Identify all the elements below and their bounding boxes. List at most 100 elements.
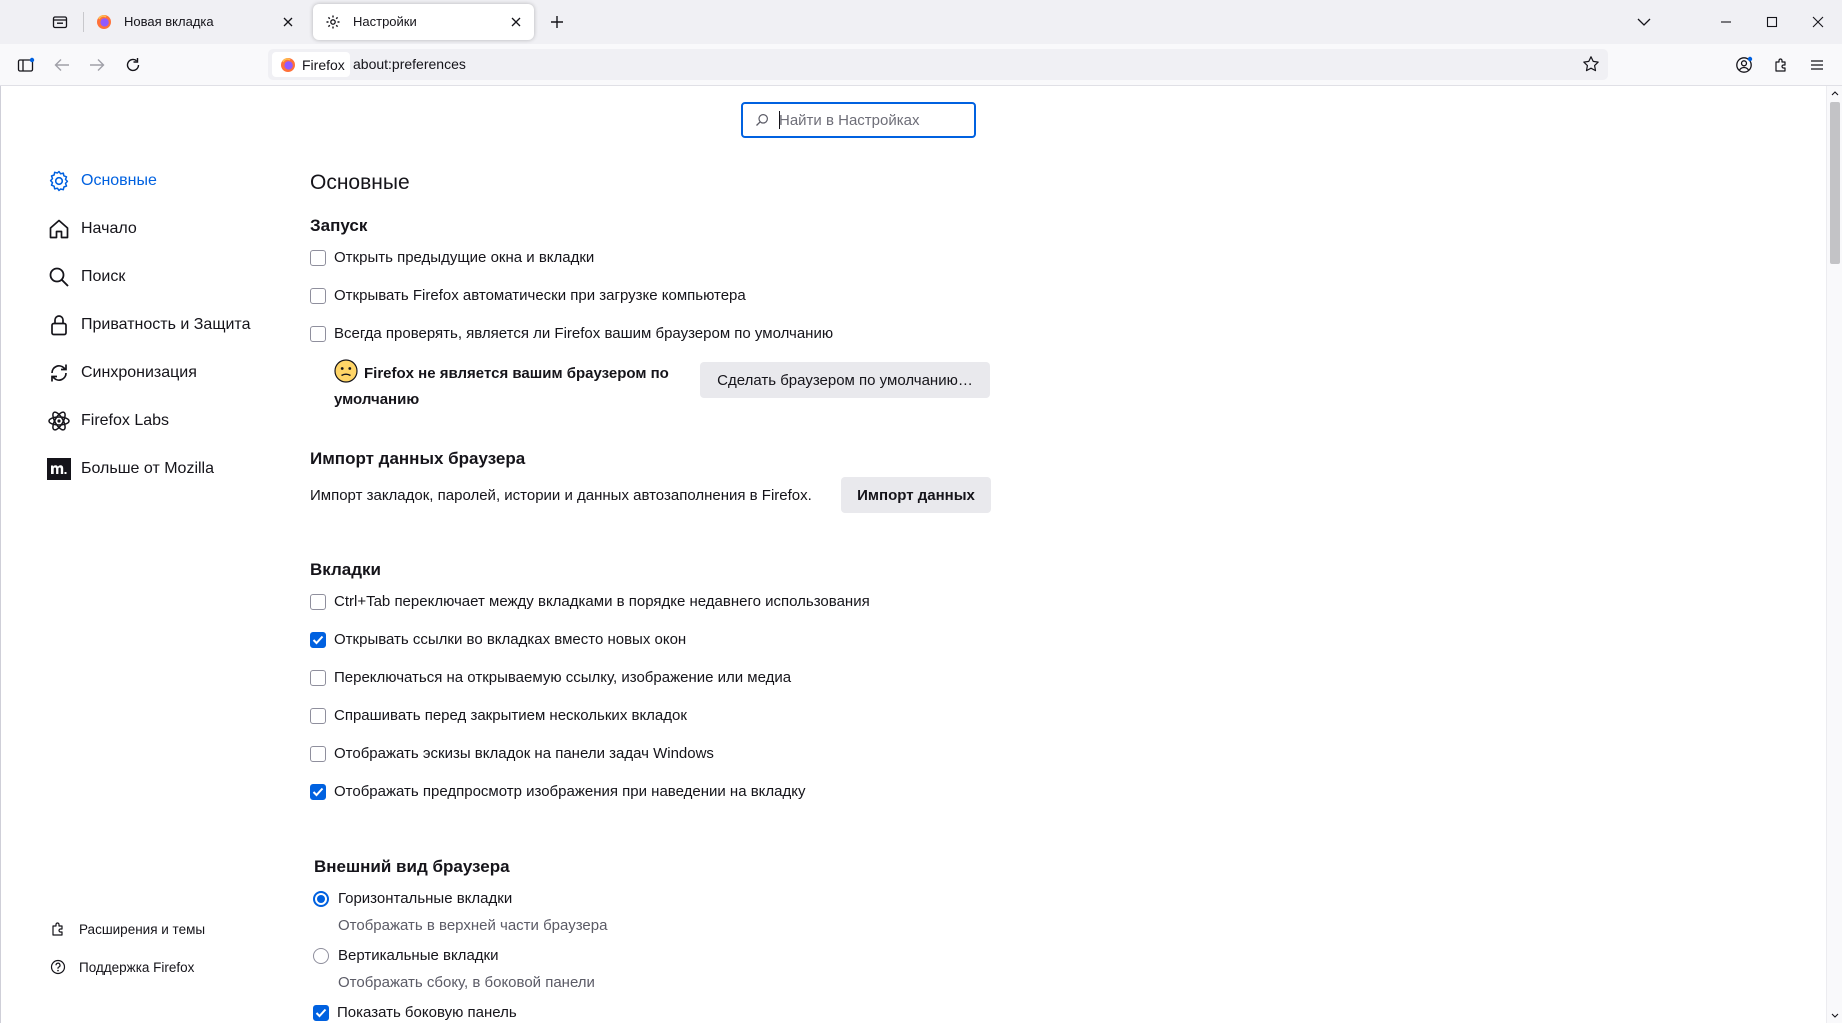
checkbox-restore-session[interactable]: Открыть предыдущие окна и вкладки	[310, 249, 594, 266]
window-close-button[interactable]	[1804, 10, 1832, 34]
radio-vertical-tabs[interactable]: Вертикальные вкладки	[313, 947, 498, 964]
checkbox-taskbar-previews[interactable]: Отображать эскизы вкладок на панели зада…	[310, 745, 714, 762]
window-minimize-button[interactable]	[1712, 10, 1740, 34]
checkbox-label: Открывать Firefox автоматически при загр…	[334, 287, 746, 304]
sidebar-item-label: Синхронизация	[81, 364, 197, 381]
settings-search-input[interactable]	[779, 110, 959, 130]
identity-label: Firefox	[302, 56, 345, 73]
sidebar-item-firefox-labs[interactable]: Firefox Labs	[47, 405, 169, 437]
url-bar[interactable]: Firefox about:preferences	[268, 49, 1608, 80]
scroll-down-arrow[interactable]	[1830, 1011, 1840, 1021]
checkbox[interactable]	[310, 593, 326, 610]
settings-search-field[interactable]	[741, 102, 976, 138]
checkbox-label: Показать боковую панель	[337, 1004, 517, 1021]
tab-close-button[interactable]	[278, 12, 298, 32]
tab-new-tab[interactable]: Новая вкладка	[84, 4, 306, 40]
sidebar-item-label: Приватность и Защита	[81, 316, 251, 333]
chevron-up-icon	[1831, 91, 1839, 96]
import-description: Импорт закладок, паролей, истории и данн…	[310, 487, 812, 504]
star-icon	[1583, 56, 1599, 72]
sidebar-item-privacy[interactable]: Приватность и Защита	[47, 309, 250, 341]
checkmark-icon	[312, 635, 324, 644]
checkbox-autostart[interactable]: Открывать Firefox автоматически при загр…	[310, 287, 746, 304]
close-icon	[283, 17, 293, 27]
sidebar-icon	[17, 57, 35, 72]
gear-icon	[47, 169, 71, 193]
checkbox-label: Ctrl+Tab переключает между вкладками в п…	[334, 593, 870, 610]
sidebar-item-general[interactable]: Основные	[47, 165, 157, 197]
checkbox[interactable]	[310, 669, 326, 686]
text-caret	[779, 111, 780, 129]
tab-title: Новая вкладка	[124, 14, 214, 29]
checkbox[interactable]	[310, 707, 326, 724]
checkbox-ctrl-tab[interactable]: Ctrl+Tab переключает между вкладками в п…	[310, 593, 870, 610]
forward-button[interactable]	[85, 53, 109, 77]
checkbox[interactable]	[310, 249, 326, 266]
sidebar-item-home[interactable]: Начало	[47, 213, 137, 245]
extensions-button[interactable]	[1769, 53, 1793, 77]
scroll-thumb[interactable]	[1830, 102, 1840, 264]
checkbox-switch-to-opened[interactable]: Переключаться на открываемую ссылку, изо…	[310, 669, 791, 686]
app-menu-button[interactable]	[1805, 53, 1829, 77]
arrow-left-icon	[54, 59, 69, 71]
hamburger-menu-icon	[1811, 60, 1823, 70]
navigation-toolbar: Firefox about:preferences	[0, 44, 1842, 86]
back-button[interactable]	[50, 53, 74, 77]
make-default-button[interactable]: Сделать браузером по умолчанию…	[700, 362, 990, 398]
sidebar-item-sync[interactable]: Синхронизация	[47, 357, 197, 389]
sidebar-item-label: Начало	[81, 220, 137, 237]
sidebar-item-label: Firefox Labs	[81, 412, 170, 429]
tab-settings[interactable]: Настройки	[313, 4, 534, 40]
vertical-scrollbar[interactable]	[1826, 86, 1842, 1023]
account-button[interactable]	[1732, 53, 1756, 77]
checkbox-links-in-tabs[interactable]: Открывать ссылки во вкладках вместо новы…	[310, 631, 686, 648]
new-tab-button[interactable]	[545, 10, 569, 34]
checkbox-label: Переключаться на открываемую ссылку, изо…	[334, 669, 792, 686]
checkbox-show-sidebar[interactable]: Показать боковую панель	[313, 1004, 517, 1021]
radio-description: Отображать сбоку, в боковой панели	[338, 974, 595, 991]
tab-title: Настройки	[353, 14, 417, 29]
window-maximize-button[interactable]	[1758, 10, 1786, 34]
tab-close-button[interactable]	[506, 12, 526, 32]
checkbox-warn-close-tabs[interactable]: Спрашивать перед закрытием нескольких вк…	[310, 707, 687, 724]
gear-icon	[326, 15, 340, 29]
sidebar-item-search[interactable]: Поиск	[47, 261, 125, 293]
checkbox-check-default[interactable]: Всегда проверять, является ли Firefox ва…	[310, 325, 833, 342]
checkbox[interactable]	[310, 745, 326, 762]
chevron-down-icon	[1637, 18, 1651, 26]
preferences-page: Основные Начало Поиск Приватность и Защи…	[0, 86, 1842, 1023]
firefox-support-link[interactable]: Поддержка Firefox	[49, 958, 194, 976]
checkbox-tab-hover-preview[interactable]: Отображать предпросмотр изображения при …	[310, 783, 806, 800]
import-data-button[interactable]: Импорт данных	[841, 477, 991, 513]
radio-button[interactable]	[313, 947, 329, 964]
checkbox[interactable]	[310, 631, 326, 648]
checkbox[interactable]	[313, 1004, 329, 1021]
sidebar-item-label: Основные	[81, 172, 157, 189]
checkbox[interactable]	[310, 325, 326, 342]
firefox-view-button[interactable]	[48, 12, 72, 32]
sidebar-toggle-button[interactable]	[14, 53, 38, 77]
close-icon	[511, 17, 521, 27]
search-icon	[756, 114, 768, 126]
scroll-up-arrow[interactable]	[1830, 88, 1840, 98]
checkbox[interactable]	[310, 783, 326, 800]
checkbox[interactable]	[310, 287, 326, 304]
identity-box[interactable]: Firefox	[272, 52, 350, 77]
bookmark-star-button[interactable]	[1582, 55, 1600, 78]
mozilla-m-icon	[47, 457, 71, 481]
search-icon	[47, 265, 71, 289]
checkbox-label: Отображать эскизы вкладок на панели зада…	[334, 745, 714, 762]
checkmark-icon	[315, 1008, 327, 1017]
sad-face-icon	[334, 359, 358, 389]
list-all-tabs-button[interactable]	[1632, 10, 1656, 34]
sidebar-item-more-from-mozilla[interactable]: Больше от Mozilla	[47, 453, 214, 485]
extensions-themes-link[interactable]: Расширения и темы	[49, 920, 205, 938]
radio-horizontal-tabs[interactable]: Горизонтальные вкладки	[313, 890, 512, 907]
firefox-logo-icon	[281, 57, 295, 72]
radio-button[interactable]	[313, 890, 329, 907]
reload-button[interactable]	[121, 53, 145, 77]
checkbox-label: Спрашивать перед закрытием нескольких вк…	[334, 707, 687, 724]
url-text[interactable]: about:preferences	[353, 56, 466, 72]
checkmark-icon	[312, 787, 324, 796]
sidebar-item-label: Больше от Mozilla	[81, 460, 215, 477]
